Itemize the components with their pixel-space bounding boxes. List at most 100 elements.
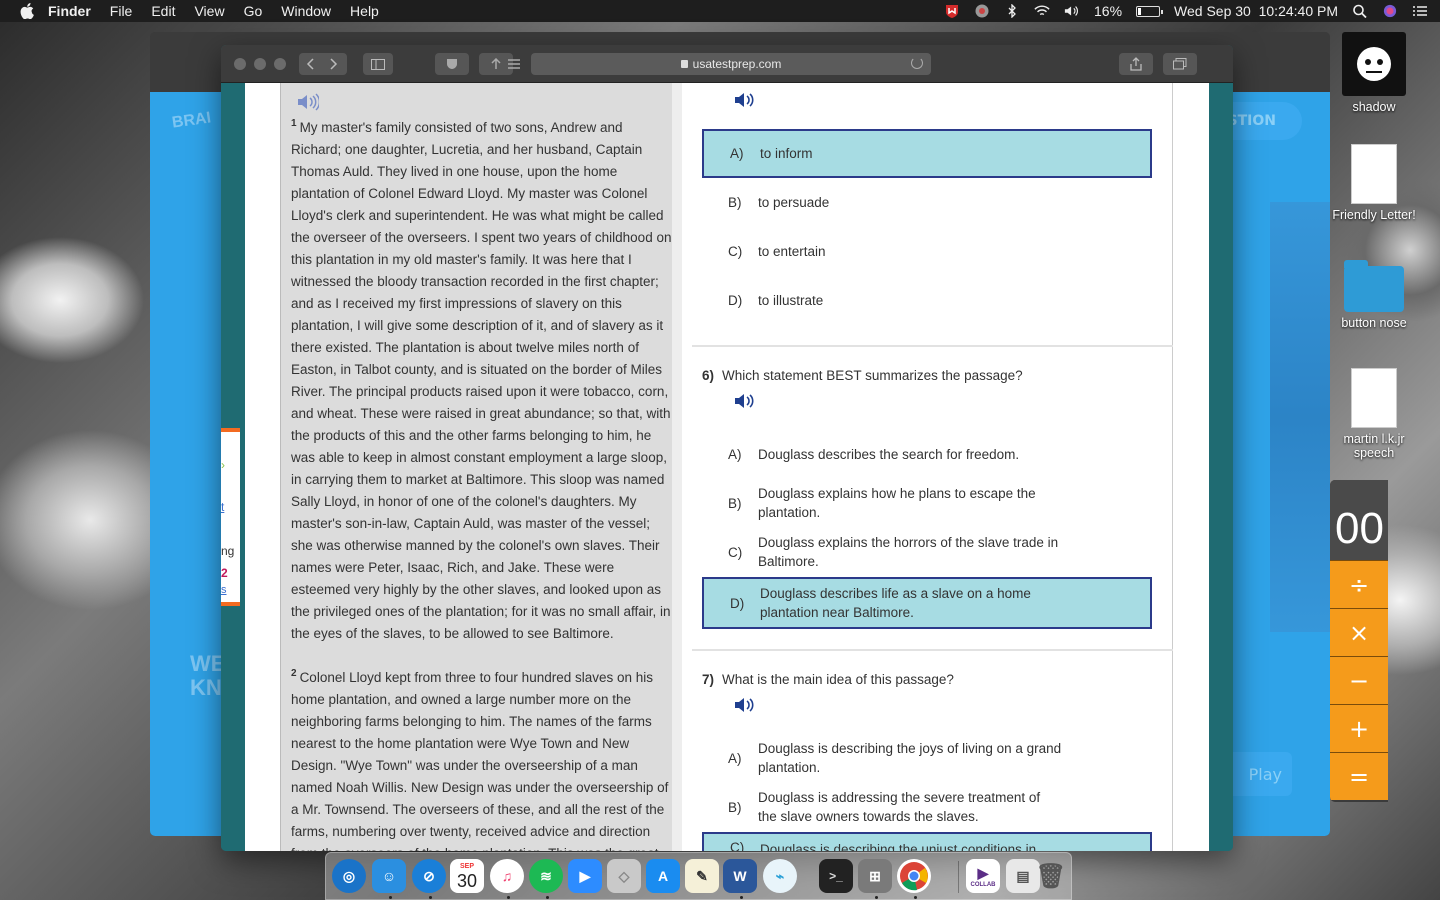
reader-view-icon[interactable] <box>507 58 521 70</box>
extension-icon <box>491 58 501 69</box>
wifi-icon[interactable] <box>1034 4 1050 18</box>
q7-option-b[interactable]: B) Douglass is addressing the severe trea… <box>702 783 1152 831</box>
menu-finder[interactable]: Finder <box>48 3 91 19</box>
option-letter: C) <box>728 244 743 259</box>
sidebar-icon <box>371 58 385 70</box>
extension-shield-button[interactable] <box>435 53 469 75</box>
passage-scrollbar[interactable] <box>672 83 682 851</box>
textedit-icon[interactable]: ✎ <box>685 859 719 893</box>
question-divider <box>692 345 1173 347</box>
q6-option-a[interactable]: A) Douglass describes the search for free… <box>702 430 1152 478</box>
share-button[interactable] <box>1119 53 1153 75</box>
q7-audio-icon[interactable] <box>734 696 756 714</box>
q5-option-d[interactable]: D) to illustrate <box>702 276 1152 325</box>
option-text: Douglass is describing the unjust condit… <box>760 842 1037 851</box>
battery-icon[interactable] <box>1136 5 1164 17</box>
notification-center-icon[interactable] <box>1412 4 1428 18</box>
q5-option-c[interactable]: C) to entertain <box>702 227 1152 276</box>
q5-option-a[interactable]: A) to inform <box>702 129 1152 178</box>
tabs-overview-button[interactable] <box>1163 53 1197 75</box>
preview-icon[interactable]: ◇ <box>607 859 641 893</box>
calculator-display: 00 <box>1330 480 1388 560</box>
q6-option-b[interactable]: B) Douglass explains how he plans to esca… <box>702 479 1152 527</box>
zoom-icon[interactable]: ▶ <box>568 859 602 893</box>
desktop-item-label: shadow <box>1352 100 1396 114</box>
menu-edit[interactable]: Edit <box>151 3 175 19</box>
add-key[interactable]: + <box>1330 704 1388 752</box>
option-text: to inform <box>760 146 813 161</box>
menu-window[interactable]: Window <box>281 3 331 19</box>
battery-fill <box>1138 7 1142 15</box>
menu-file[interactable]: File <box>110 3 133 19</box>
close-window-button[interactable] <box>234 58 246 70</box>
q7-option-a[interactable]: A) Douglass is describing the joys of liv… <box>702 734 1152 782</box>
calculator-app-icon[interactable]: ⊞ <box>858 859 892 893</box>
safari-icon[interactable]: ⊘ <box>412 859 446 893</box>
q5-audio-icon[interactable] <box>734 91 756 109</box>
desktop-item-button-nose[interactable]: button nose <box>1328 260 1420 330</box>
divide-key[interactable]: ÷ <box>1330 560 1388 608</box>
minimize-window-button[interactable] <box>254 58 266 70</box>
questions-panel[interactable]: A) to inform B) to persuade C) to entertain… <box>692 83 1173 851</box>
multiply-key[interactable]: × <box>1330 608 1388 656</box>
q6-option-d[interactable]: D) Douglass describes life as a slave on … <box>702 577 1152 629</box>
q7-prompt: What is the main idea of this passage? <box>722 672 954 687</box>
chrome-icon[interactable] <box>897 859 931 893</box>
q6-audio-icon[interactable] <box>734 392 756 410</box>
clock[interactable]: Wed Sep 30 10:24:40 PM <box>1174 3 1338 19</box>
side-panel-tab[interactable]: › t ng 2 s <box>221 428 240 606</box>
menu-go[interactable]: Go <box>244 3 263 19</box>
desktop-item-shadow[interactable]: shadow <box>1328 32 1420 114</box>
calendar-icon[interactable]: SEP 30 <box>450 859 484 893</box>
volume-icon[interactable] <box>1064 4 1080 18</box>
safari-compass-icon[interactable]: ◎ <box>332 859 366 893</box>
apple-icon[interactable] <box>20 3 34 19</box>
q5-option-b[interactable]: B) to persuade <box>702 178 1152 227</box>
safari-window[interactable]: usatestprep.com › t ng 2 s 1 My master's … <box>221 45 1233 851</box>
option-letter: A) <box>728 750 742 766</box>
option-letter: C) <box>730 840 745 851</box>
status-avatar-icon[interactable] <box>974 4 990 18</box>
music-icon[interactable]: ♫ <box>490 859 524 893</box>
sidebar-toggle-button[interactable] <box>363 53 393 75</box>
option-text: Douglass is addressing the severe treatm… <box>758 790 1041 824</box>
collab-document-icon[interactable]: ▶ COLLAB <box>966 859 1000 893</box>
paragraph-text-2: Colonel Lloyd kept from three to four hu… <box>291 670 669 851</box>
trash-icon[interactable]: 🗑 <box>1034 859 1068 893</box>
side-panel-link[interactable]: t <box>221 500 224 514</box>
q7-option-c[interactable]: C) Douglass is describing the unjust cond… <box>702 832 1152 851</box>
option-text: Douglass describes the search for freedo… <box>758 446 1020 462</box>
side-panel-arrow: › <box>221 458 225 472</box>
spotify-icon[interactable]: ≋ <box>529 859 563 893</box>
spotlight-search-icon[interactable] <box>1352 4 1368 18</box>
url-text: usatestprep.com <box>692 57 782 71</box>
terminal-icon[interactable]: >_ <box>819 859 853 893</box>
chrome-logo-icon <box>900 862 928 891</box>
siri-icon[interactable] <box>1382 4 1398 18</box>
subtract-key[interactable]: − <box>1330 656 1388 704</box>
menu-help[interactable]: Help <box>350 3 379 19</box>
menu-view[interactable]: View <box>194 3 224 19</box>
equals-key[interactable]: = <box>1330 752 1388 800</box>
option-text: Douglass explains the horrors of the sla… <box>758 535 1059 569</box>
airdrop-icon[interactable]: ⌁ <box>763 859 797 893</box>
desktop-item-mlk-speech[interactable]: martin l.k.jr speech <box>1328 368 1420 460</box>
finder-icon[interactable]: ☺ <box>372 859 406 893</box>
calculator-window[interactable]: 00 ÷ × − + = <box>1330 480 1388 802</box>
q6-option-c[interactable]: C) Douglass explains the horrors of the s… <box>702 528 1152 576</box>
mcafee-icon[interactable] <box>944 4 960 18</box>
app-store-icon[interactable]: A <box>646 859 680 893</box>
desktop-item-friendly-letter[interactable]: Friendly Letter! <box>1328 144 1420 222</box>
back-forward-buttons[interactable] <box>299 53 347 75</box>
option-text: Douglass explains how he plans to escape… <box>758 486 1036 520</box>
bluetooth-icon[interactable] <box>1004 4 1020 18</box>
background-player-images <box>1270 202 1330 632</box>
word-icon[interactable]: W <box>723 859 757 893</box>
passage-audio-icon[interactable] <box>297 93 319 111</box>
reading-passage[interactable]: 1 My master's family consisted of two son… <box>280 83 682 851</box>
tabs-icon <box>1173 58 1187 70</box>
zoom-window-button[interactable] <box>274 58 286 70</box>
reload-icon[interactable] <box>911 57 923 69</box>
address-bar[interactable]: usatestprep.com <box>508 53 931 75</box>
side-panel-link-2[interactable]: s <box>221 584 227 596</box>
